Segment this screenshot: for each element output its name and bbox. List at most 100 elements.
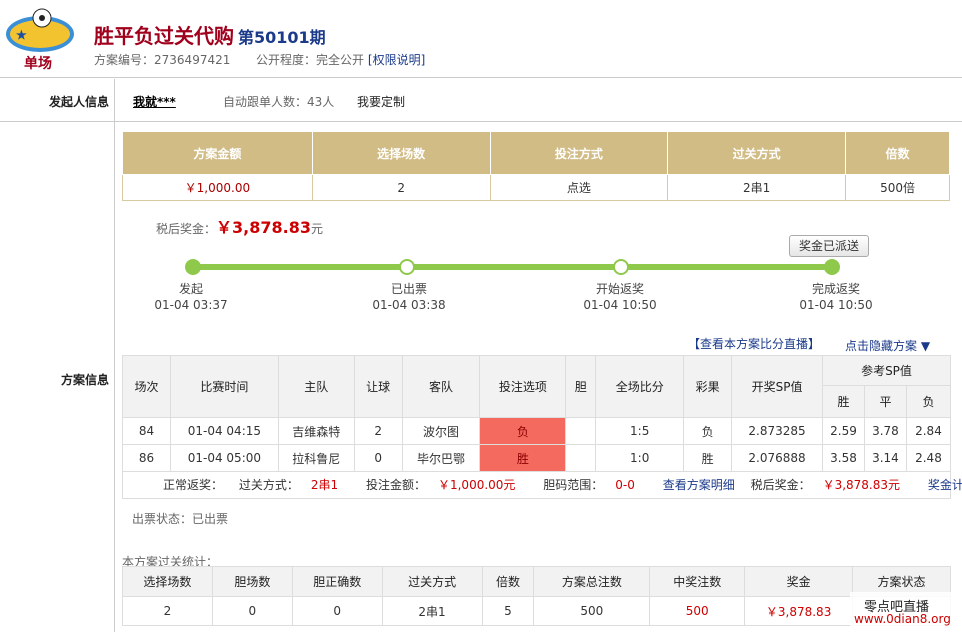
col-header: 开奖SP值 (731, 355, 823, 418)
full-score: 1:0 (595, 444, 685, 472)
stats-header: 胆场数 (211, 566, 293, 597)
banker-range-info: 胆码范围： 0-0 (543, 478, 647, 492)
draw-sp: 2.873285 (731, 417, 823, 445)
summary-header: 倍数 (845, 131, 950, 175)
visibility-value: 完全公开 (316, 53, 365, 67)
plan-detail-link[interactable]: 查看方案明细 (663, 478, 735, 492)
after-tax-info: 税后奖金： ￥3,878.83元 (751, 478, 912, 492)
banker-range-label: 胆码范围： (543, 478, 604, 492)
draw-sp: 2.076888 (731, 444, 823, 472)
sp-subheader: 负 (905, 385, 952, 418)
step-label: 开始返奖 (595, 282, 644, 296)
stats-header: 方案总注数 (533, 566, 651, 597)
progress-step: 完成返奖 01-04 10:50 (795, 281, 877, 313)
match-summary-footer: 正常返奖： 过关方式： 2串1 投注金额： ￥1,000.00元 胆码范围： 0-0 … (122, 472, 962, 499)
after-tax-unit: 元 (310, 222, 323, 236)
summary-header: 投注方式 (489, 131, 669, 175)
progress-step: 已出票 01-04 03:38 (368, 281, 450, 313)
prize-paid-button[interactable]: 奖金已派送 (789, 235, 869, 257)
stats-header: 中奖注数 (649, 566, 746, 597)
match-time: 01-04 05:00 (169, 444, 279, 472)
stats-banker-count: 0 (211, 596, 293, 626)
summary-header-row: 方案金额 选择场数 投注方式 过关方式 倍数 (122, 131, 950, 175)
col-header: 投注选项 (479, 355, 567, 418)
section-divider (0, 121, 962, 122)
svg-text:单场: 单场 (24, 55, 52, 72)
step-time: 01-04 03:37 (154, 298, 228, 312)
initiator-name[interactable]: 我就*** (133, 95, 176, 109)
handicap: 2 (353, 417, 403, 445)
match-no: 86 (122, 444, 171, 472)
hide-plan-link[interactable]: 点击隐藏方案 ▼ (845, 337, 930, 354)
pass-method: 2串1 (667, 174, 847, 201)
bet-amount-value: ￥1,000.00元 (437, 478, 516, 492)
multiplier: 500倍 (845, 174, 950, 201)
step-label: 已出票 (390, 282, 427, 296)
stats-header: 选择场数 (122, 566, 213, 597)
page-title: 胜平负过关代购 第50101期 (94, 20, 326, 49)
away-team: 波尔图 (401, 417, 481, 445)
normal-prize-label: 正常返奖： (163, 478, 224, 492)
after-tax-label: 税后奖金： (156, 222, 217, 236)
svg-text:★: ★ (16, 28, 27, 42)
bet-pick: 负 (479, 417, 567, 445)
plan-amount: ￥1,000.00 (122, 174, 313, 201)
permission-link[interactable]: [权限说明] (368, 53, 425, 67)
col-header: 彩果 (683, 355, 733, 418)
banker (565, 417, 597, 445)
bet-pick: 胜 (479, 444, 567, 472)
sp-subheader: 胜 (822, 385, 865, 418)
stats-multiplier: 5 (481, 596, 535, 626)
stats-header: 过关方式 (381, 566, 483, 597)
stats-banker-correct: 0 (291, 596, 383, 626)
step-time: 01-04 10:50 (583, 298, 657, 312)
after-tax-amount: ￥3,878.83 (216, 218, 311, 237)
step-time: 01-04 03:38 (372, 298, 446, 312)
table-row: 84 01-04 04:15 吉维森特 2 波尔图 负 1:5 负 2.8732… (122, 417, 952, 445)
match-count: 2 (311, 174, 491, 201)
summary-header: 方案金额 (122, 131, 313, 175)
plan-section-label: 方案信息 (60, 373, 109, 387)
stats-header: 奖金 (744, 566, 854, 597)
match-time: 01-04 04:15 (169, 417, 279, 445)
match-header-row: 场次 比赛时间 主队 让球 客队 投注选项 胆 全场比分 彩果 开奖SP值 参考… (122, 355, 951, 418)
custom-follow-link[interactable]: 我要定制 (357, 93, 405, 110)
ref-sp-win: 3.58 (822, 444, 865, 472)
match-result: 负 (683, 417, 733, 445)
col-header: 比赛时间 (169, 355, 279, 418)
stats-prize: ￥3,878.83 (744, 596, 854, 626)
plan-meta: 方案编号：2736497421 公开程度：完全公开 [权限说明] (94, 51, 425, 68)
plan-summary-table: 方案金额 选择场数 投注方式 过关方式 倍数 ￥1,000.00 2 点选 2串… (122, 131, 950, 201)
col-header: 场次 (122, 355, 171, 418)
col-header: 参考SP值 (822, 355, 951, 386)
summary-header: 过关方式 (667, 131, 847, 175)
progress-node-ticketed (399, 259, 415, 275)
plan-no: 2736497421 (154, 53, 231, 67)
home-team: 吉维森特 (277, 417, 355, 445)
ref-sp-loss: 2.48 (905, 444, 952, 472)
ticket-status: 出票状态：已出票 (132, 512, 229, 526)
sp-subheader: 平 (863, 385, 907, 418)
stats-header: 胆正确数 (291, 566, 383, 597)
progress-node-initiated (185, 259, 201, 275)
stats-total-bets: 500 (533, 596, 651, 626)
pass-value: 2串1 (310, 478, 339, 492)
ref-sp-draw: 3.78 (863, 417, 907, 445)
pass-label: 过关方式： (238, 478, 299, 492)
bet-method: 点选 (489, 174, 669, 201)
prize-calculator-link[interactable]: 奖金计算器 (928, 478, 962, 492)
section-label-column (0, 79, 115, 632)
stats-winning-bets: 500 (649, 596, 746, 626)
bet-amount-info: 投注金额： ￥1,000.00元 (366, 478, 527, 492)
col-header: 让球 (353, 355, 403, 418)
pass-stats-table: 选择场数 胆场数 胆正确数 过关方式 倍数 方案总注数 中奖注数 奖金 方案状态… (122, 566, 951, 626)
initiator-info: 我就*** 自动跟单人数：43人 我要定制 (133, 93, 405, 110)
home-team: 拉科鲁尼 (277, 444, 355, 472)
auto-follow-info: 自动跟单人数：43人 (223, 93, 334, 110)
stats-pass-method: 2串1 (381, 596, 483, 626)
live-score-link[interactable]: 【查看本方案比分直播】 (688, 335, 820, 352)
col-header: 客队 (401, 355, 481, 418)
progress-node-payout-complete (824, 259, 840, 275)
page-header: ★ 单场 胜平负过关代购 第50101期 方案编号：2736497421 公开程度… (0, 0, 962, 78)
stats-match-count: 2 (122, 596, 213, 626)
